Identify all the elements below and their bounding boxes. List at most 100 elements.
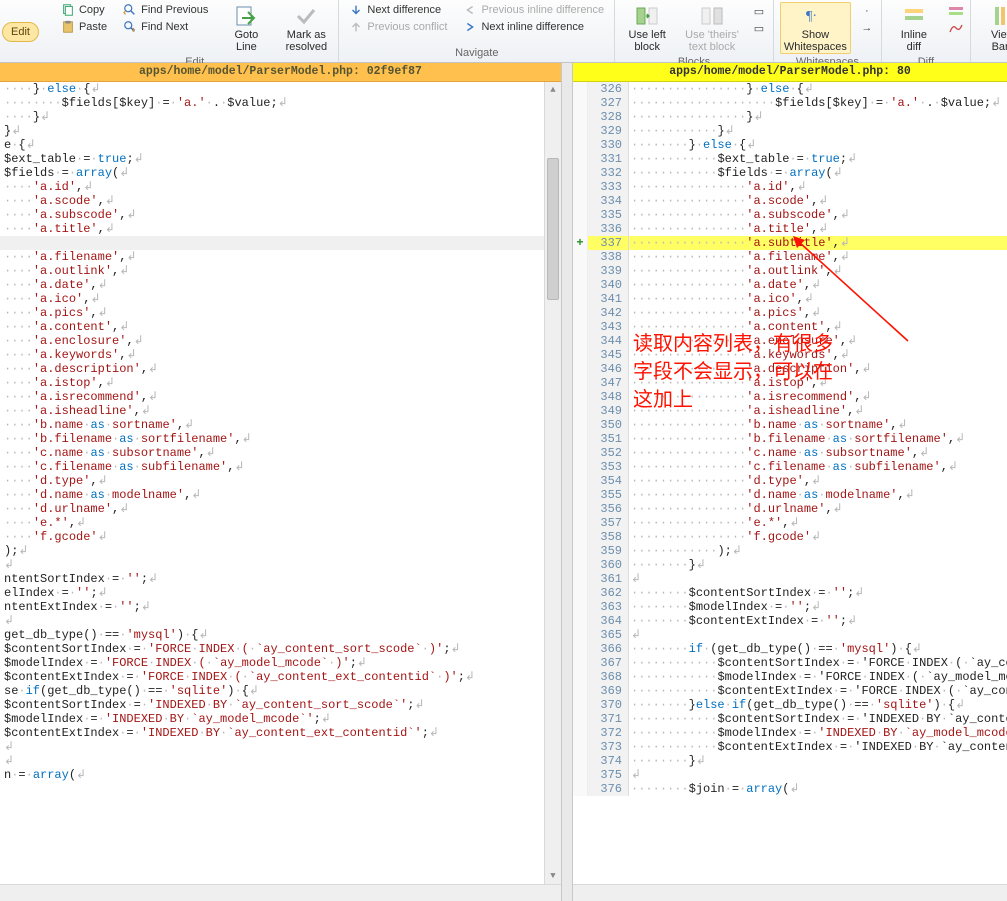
copy-button[interactable]: Copy [57,2,111,18]
code-line[interactable]: ····'c.name·as·subsortname',↲ [0,446,561,460]
code-line[interactable]: 332············$fields·=·array(↲ [573,166,1007,180]
use-theirs-block-button[interactable]: Use 'theirs' text block [681,2,743,54]
code-line[interactable]: ····'a.description',↲ [0,362,561,376]
code-line[interactable]: elIndex·=·'';↲ [0,586,561,600]
code-line[interactable]: 363········$modelIndex·=·'';↲ [573,600,1007,614]
code-line[interactable]: 362········$contentSortIndex·=·'';↲ [573,586,1007,600]
code-line[interactable]: ····'a.scode',↲ [0,194,561,208]
code-line[interactable]: 352················'c.name·as·subsortnam… [573,446,1007,460]
code-line[interactable]: ····'a.id',↲ [0,180,561,194]
code-line[interactable]: $modelIndex·=·'INDEXED·BY·`ay_model_mcod… [0,712,561,726]
code-line[interactable]: 357················'e.*',↲ [573,516,1007,530]
code-line[interactable]: 334················'a.scode',↲ [573,194,1007,208]
next-inline-diff-button[interactable]: Next inline difference [459,19,608,35]
code-line[interactable]: n·=·array(↲ [0,768,561,782]
code-line[interactable]: ····'a.keywords',↲ [0,348,561,362]
code-line[interactable]: ····'f.gcode'↲ [0,530,561,544]
code-line[interactable]: $ext_table·=·true;↲ [0,152,561,166]
code-line[interactable]: 367············$contentSortIndex·=·'FORC… [573,656,1007,670]
block-mini-1-icon[interactable]: ▭ [751,3,767,19]
code-line[interactable]: 350················'b.name·as·sortname',… [573,418,1007,432]
code-line[interactable]: 344················'a.enclosure',↲ [573,334,1007,348]
code-line[interactable]: 339················'a.outlink',↲ [573,264,1007,278]
code-line[interactable]: ····}↲ [0,110,561,124]
code-line[interactable]: 375↲ [573,768,1007,782]
code-line[interactable]: ↲ [0,754,561,768]
diff-mini-1-icon[interactable] [948,3,964,19]
code-line[interactable]: ····'a.date',↲ [0,278,561,292]
code-line[interactable]: $contentSortIndex·=·'FORCE·INDEX·(·`ay_c… [0,642,561,656]
ws-mini-2-icon[interactable]: → [859,20,875,36]
code-line[interactable]: 370········}else·if(get_db_type()·==·'sq… [573,698,1007,712]
find-next-button[interactable]: Find Next [119,19,212,35]
code-line[interactable]: );↲ [0,544,561,558]
code-line[interactable]: 341················'a.ico',↲ [573,292,1007,306]
code-line[interactable]: ····'a.content',↲ [0,320,561,334]
code-line[interactable]: 342················'a.pics',↲ [573,306,1007,320]
code-line[interactable]: 356················'d.urlname',↲ [573,502,1007,516]
code-line[interactable]: ····}·else·{↲ [0,82,561,96]
code-line[interactable] [0,236,561,250]
show-whitespaces-button[interactable]: ¶· Show Whitespaces [780,2,851,54]
code-line[interactable]: ····'e.*',↲ [0,516,561,530]
code-line[interactable]: }↲ [0,124,561,138]
code-line[interactable]: ····'a.isrecommend',↲ [0,390,561,404]
code-line[interactable]: 355················'d.name·as·modelname'… [573,488,1007,502]
code-line[interactable]: 353················'c.filename·as·subfil… [573,460,1007,474]
code-line[interactable]: ····'a.isheadline',↲ [0,404,561,418]
left-horizontal-scrollbar[interactable] [0,884,561,901]
code-line[interactable]: ····'d.urlname',↲ [0,502,561,516]
code-line[interactable]: 348················'a.isrecommend',↲ [573,390,1007,404]
view-bars-button[interactable]: View Bars [977,2,1007,54]
code-line[interactable]: 360········}↲ [573,558,1007,572]
code-line[interactable]: 372············$modelIndex·=·'INDEXED·BY… [573,726,1007,740]
code-line[interactable]: 354················'d.type',↲ [573,474,1007,488]
code-line[interactable]: 345················'a.keywords',↲ [573,348,1007,362]
code-line[interactable]: 373············$contentExtIndex·=·'INDEX… [573,740,1007,754]
code-line[interactable]: 349················'a.isheadline',↲ [573,404,1007,418]
code-line[interactable]: 328················}↲ [573,110,1007,124]
code-line[interactable]: ····'c.filename·as·subfilename',↲ [0,460,561,474]
code-line[interactable]: ntentSortIndex·=·'';↲ [0,572,561,586]
diff-mini-2-icon[interactable] [948,20,964,36]
code-line[interactable]: 333················'a.id',↲ [573,180,1007,194]
edit-mode-pill[interactable]: Edit [2,22,39,42]
code-line[interactable]: 359············);↲ [573,544,1007,558]
right-code-area[interactable]: 326················}·else·{↲327·········… [573,82,1007,884]
code-line[interactable]: 335················'a.subscode',↲ [573,208,1007,222]
code-line[interactable]: get_db_type()·==·'mysql')·{↲ [0,628,561,642]
scroll-thumb[interactable] [547,158,559,300]
code-line[interactable]: 330········}·else·{↲ [573,138,1007,152]
goto-line-button[interactable]: Goto Line [220,2,272,54]
left-code-area[interactable]: ····}·else·{↲········$fields[$key]·=·'a.… [0,82,561,884]
code-line[interactable]: ········$fields[$key]·=·'a.'·.·$value;↲ [0,96,561,110]
scroll-down-icon[interactable]: ▼ [545,868,561,884]
code-line[interactable]: ····'a.ico',↲ [0,292,561,306]
use-left-block-button[interactable]: Use left block [621,2,673,54]
code-line[interactable]: ↲ [0,558,561,572]
code-line[interactable]: ····'a.pics',↲ [0,306,561,320]
previous-conflict-button[interactable]: Previous conflict [345,19,451,35]
code-line[interactable]: ····'a.subscode',↲ [0,208,561,222]
code-line[interactable]: 358················'f.gcode'↲ [573,530,1007,544]
code-line[interactable]: 361↲ [573,572,1007,586]
code-line[interactable]: ↲ [0,740,561,754]
ws-mini-1-icon[interactable]: · [859,3,875,19]
code-line[interactable]: ····'a.enclosure',↲ [0,334,561,348]
scroll-up-icon[interactable]: ▲ [545,82,561,98]
code-line[interactable]: $fields·=·array(↲ [0,166,561,180]
code-line[interactable]: 346················'a.description',↲ [573,362,1007,376]
code-line[interactable]: 347················'a.istop',↲ [573,376,1007,390]
code-line[interactable]: 371············$contentSortIndex·=·'INDE… [573,712,1007,726]
center-gutter[interactable] [562,63,573,901]
code-line[interactable]: 329············}↲ [573,124,1007,138]
code-line[interactable]: 338················'a.filename',↲ [573,250,1007,264]
code-line[interactable]: 343················'a.content',↲ [573,320,1007,334]
code-line[interactable]: ····'b.filename·as·sortfilename',↲ [0,432,561,446]
code-line[interactable]: 336················'a.title',↲ [573,222,1007,236]
code-line[interactable]: ntentExtIndex·=·'';↲ [0,600,561,614]
code-line[interactable]: 368············$modelIndex·=·'FORCE·INDE… [573,670,1007,684]
code-line[interactable]: 365↲ [573,628,1007,642]
code-line[interactable]: 364········$contentExtIndex·=·'';↲ [573,614,1007,628]
code-line[interactable]: 331············$ext_table·=·true;↲ [573,152,1007,166]
